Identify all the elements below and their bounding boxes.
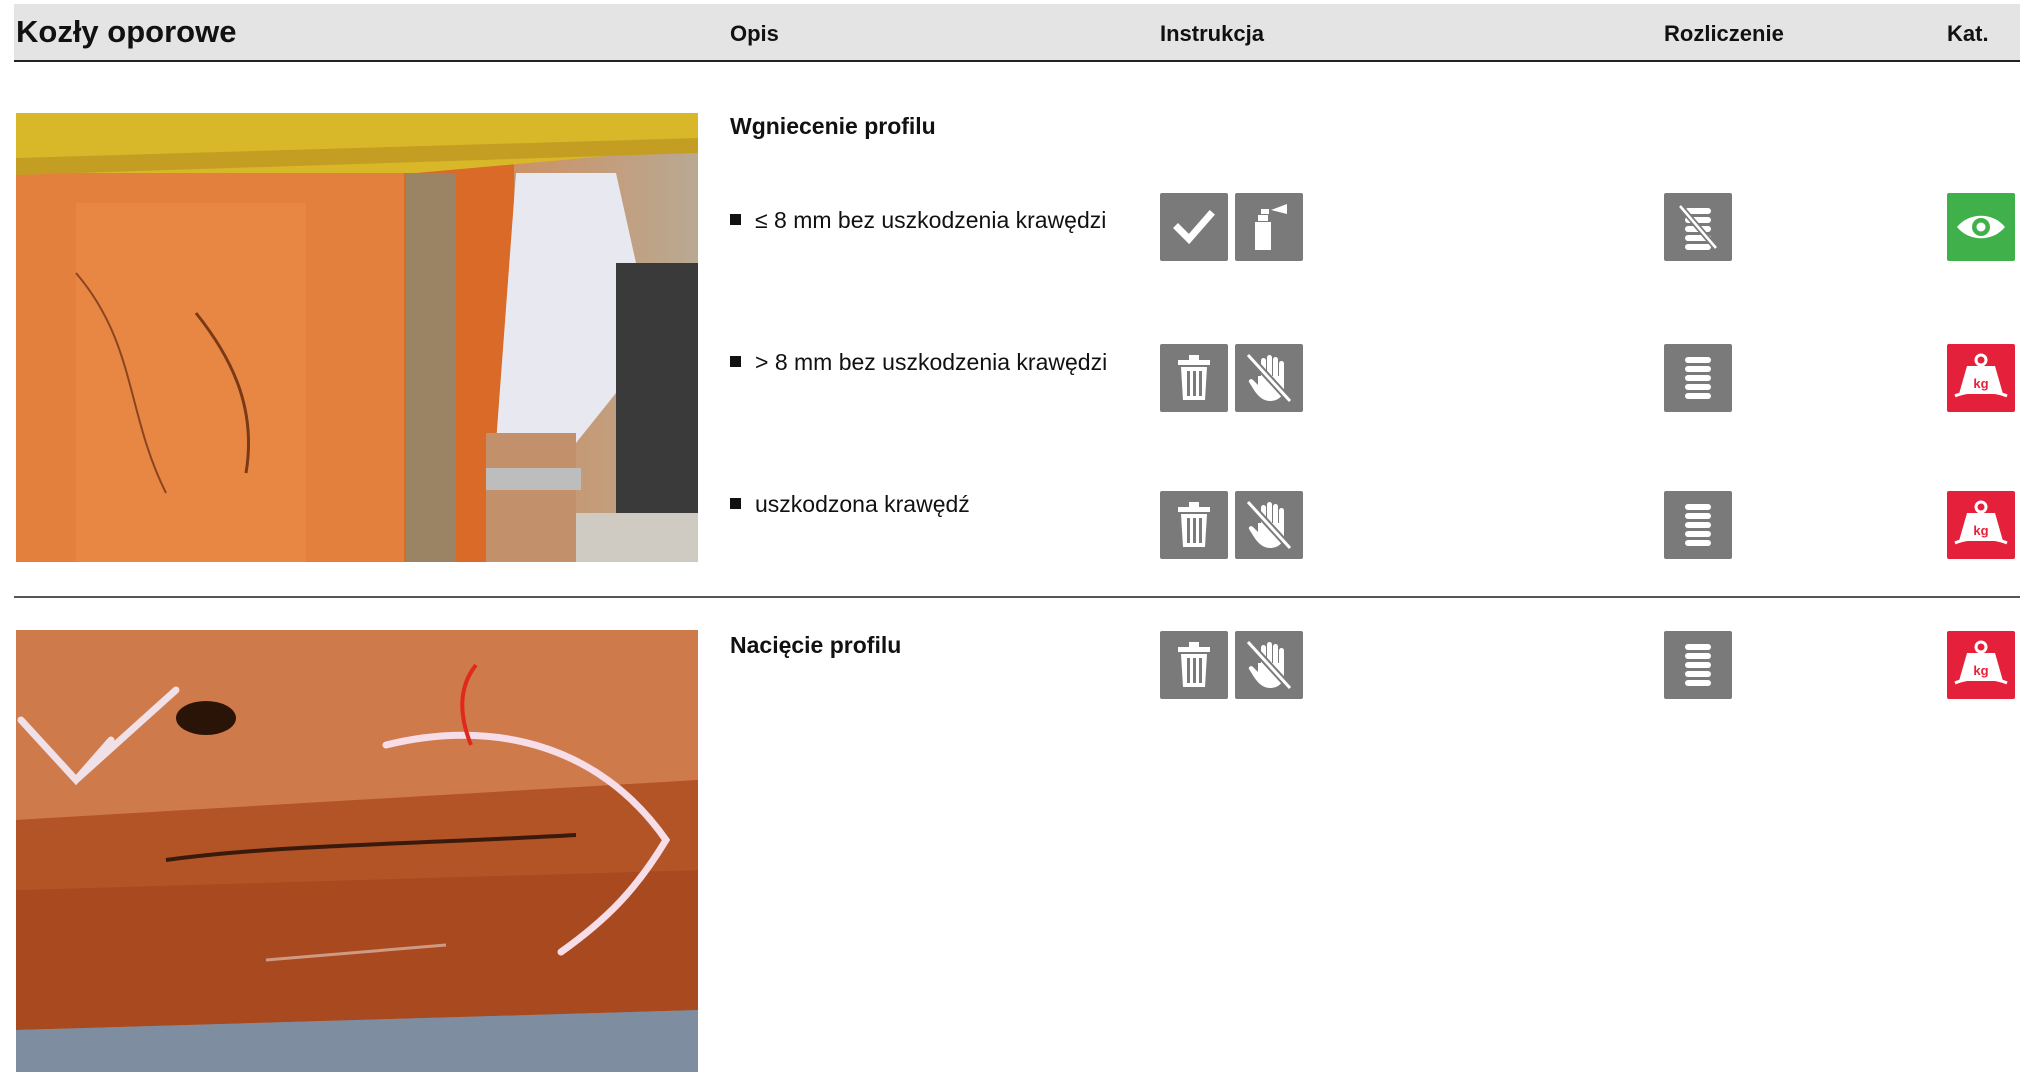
trash-icon bbox=[1160, 631, 1228, 699]
trash-icon bbox=[1160, 491, 1228, 559]
table-header: Kozły oporowe Opis Instrukcja Rozliczeni… bbox=[14, 4, 2020, 62]
spray-paint-icon bbox=[1235, 193, 1303, 261]
list-item: uszkodzona krawędź bbox=[730, 491, 970, 518]
weight-kg-icon: kg bbox=[1947, 631, 2015, 699]
column-header-description: Opis bbox=[730, 21, 779, 46]
list-item: ≤ 8 mm bez uszkodzenia krawędzi bbox=[730, 207, 1106, 234]
page-title: Kozły oporowe bbox=[16, 14, 237, 49]
check-icon bbox=[1160, 193, 1228, 261]
no-hand-icon bbox=[1235, 631, 1303, 699]
list-item: > 8 mm bez uszkodzenia krawędzi bbox=[730, 349, 1107, 376]
column-header-instruction: Instrukcja bbox=[1160, 21, 1264, 46]
no-hand-icon bbox=[1235, 344, 1303, 412]
weight-label: kg bbox=[1973, 523, 1988, 538]
column-header-settlement: Rozliczenie bbox=[1664, 21, 1784, 46]
bullet-square bbox=[730, 498, 741, 510]
row-text: > 8 mm bez uszkodzenia krawędzi bbox=[755, 349, 1108, 375]
weight-kg-icon: kg bbox=[1947, 491, 2015, 559]
photo-measuring-dent bbox=[16, 113, 698, 562]
section-divider bbox=[14, 596, 2020, 598]
coins-icon bbox=[1664, 631, 1732, 699]
row-text: uszkodzona krawędź bbox=[755, 491, 970, 517]
trash-icon bbox=[1160, 344, 1228, 412]
bullet-square bbox=[730, 214, 741, 226]
coins-icon bbox=[1664, 344, 1732, 412]
section-title-dent: Wgniecenie profilu bbox=[730, 113, 936, 139]
no-coins-icon bbox=[1664, 193, 1732, 261]
column-header-category: Kat. bbox=[1947, 21, 1989, 46]
row-text: ≤ 8 mm bez uszkodzenia krawędzi bbox=[755, 207, 1107, 233]
photo-rusty-profile-cut bbox=[16, 630, 698, 1072]
weight-kg-icon: kg bbox=[1947, 344, 2015, 412]
coins-icon bbox=[1664, 491, 1732, 559]
weight-label: kg bbox=[1973, 376, 1988, 391]
bullet-square bbox=[730, 356, 741, 368]
section-title-cut: Nacięcie profilu bbox=[730, 632, 902, 658]
no-hand-icon bbox=[1235, 491, 1303, 559]
weight-label: kg bbox=[1973, 663, 1988, 678]
eye-icon bbox=[1947, 193, 2015, 261]
